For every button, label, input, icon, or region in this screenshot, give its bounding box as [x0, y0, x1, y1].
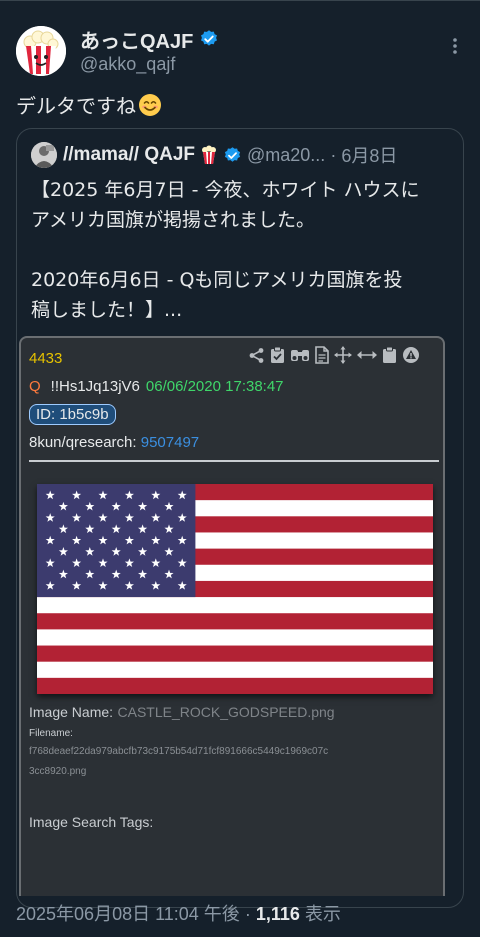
- image-name-value: CASTLE_ROCK_GODSPEED.png: [117, 704, 335, 720]
- image-name-row: Image Name: CASTLE_ROCK_GODSPEED.png: [29, 704, 335, 722]
- quoted-display-name[interactable]: //mama// QAJF: [63, 144, 195, 166]
- views-count: 1,116: [255, 904, 300, 924]
- flag-stripe: [37, 613, 433, 630]
- flag-stripe: [37, 629, 433, 647]
- quoted-handle[interactable]: @ma20...: [247, 145, 325, 166]
- quoted-header: //mama// QAJF @ma20... · 6月8日: [63, 141, 397, 169]
- popcorn-icon: [16, 26, 66, 76]
- flag-stripe: [37, 645, 433, 663]
- resize-horizontal-icon: [357, 351, 377, 359]
- popcorn-icon: [202, 145, 216, 164]
- views-label: 表示: [304, 904, 341, 924]
- american-flag-image: [37, 484, 433, 695]
- footer-separator: ·: [244, 904, 251, 924]
- binoculars-icon: [291, 350, 309, 361]
- tweet-text-content: デルタですね: [16, 94, 136, 118]
- author-display-name[interactable]: あっこQAJF: [80, 25, 193, 54]
- author-name-row: あっこQAJF: [80, 25, 219, 54]
- tweet-timestamp[interactable]: 2025年06月08日 11:04 午後: [16, 904, 240, 924]
- document-icon: [315, 346, 329, 364]
- flag-stripe: [37, 677, 433, 695]
- board-label: 8kun/qresearch:: [29, 434, 137, 451]
- tweet-footer: 2025年06月08日 11:04 午後 · 1,116 表示: [16, 900, 341, 926]
- quoted-author-avatar[interactable]: [31, 142, 57, 168]
- post-meta-line: Q !!Hs1Jq13jV6 06/06/2020 17:38:47: [29, 378, 284, 395]
- board-line: 8kun/qresearch: 9507497: [29, 434, 199, 451]
- quoted-text: 【2025 年6月7日 - 今夜、ホワイト ハウスに アメリカ国旗が掲揚されまし…: [31, 179, 420, 321]
- filename-line-2: 3cc8920.png: [29, 766, 87, 777]
- flag-stripe: [37, 661, 433, 679]
- move-icon: [334, 346, 352, 364]
- clipboard-icon: [383, 346, 396, 363]
- smiling-face-icon: [139, 94, 161, 116]
- image-name-label: Image Name:: [29, 704, 114, 720]
- post-timestamp: 06/06/2020 17:38:47: [145, 378, 284, 395]
- author-handle[interactable]: @akko_qajf: [80, 54, 175, 75]
- flag-canton: [37, 484, 196, 598]
- quoted-separator: ·: [330, 144, 337, 165]
- top-divider: [0, 0, 480, 1]
- post-number: 4433: [29, 350, 63, 367]
- warning-icon: [403, 347, 419, 363]
- more-options-icon[interactable]: [447, 36, 463, 56]
- us-flag-icon: [37, 484, 433, 695]
- board-post-number: 9507497: [140, 434, 200, 451]
- poster-id: ID: 1b5c9b: [29, 404, 116, 425]
- flag-stripe: [37, 597, 433, 614]
- profile-photo-icon: [31, 142, 57, 168]
- tripcode: !!Hs1Jq13jV6: [50, 378, 140, 395]
- post-toolbar: [248, 346, 420, 364]
- clipboard-check-icon: [271, 346, 284, 363]
- share-icon: [249, 347, 264, 363]
- poster-name: Q: [29, 378, 41, 395]
- verified-badge-icon: [224, 146, 241, 162]
- author-avatar[interactable]: [16, 26, 66, 76]
- verified-badge-icon: [201, 30, 218, 46]
- filename-label: Filename:: [29, 728, 73, 739]
- filename-line-1: f768deaef22da979abcfb73c9175b54d71fcf891…: [29, 746, 329, 757]
- quoted-date[interactable]: 6月8日: [341, 142, 397, 168]
- quoted-media-image[interactable]: 4433 Q !!Hs1Jq13jV6 06/06/2020 17:38:47 …: [19, 336, 445, 896]
- image-search-tags-label: Image Search Tags:: [29, 814, 154, 830]
- quoted-tweet[interactable]: //mama// QAJF @ma20... · 6月8日 【2025 年6月7…: [16, 128, 464, 908]
- tweet-text: デルタですね: [16, 90, 162, 119]
- post-divider: [29, 460, 439, 462]
